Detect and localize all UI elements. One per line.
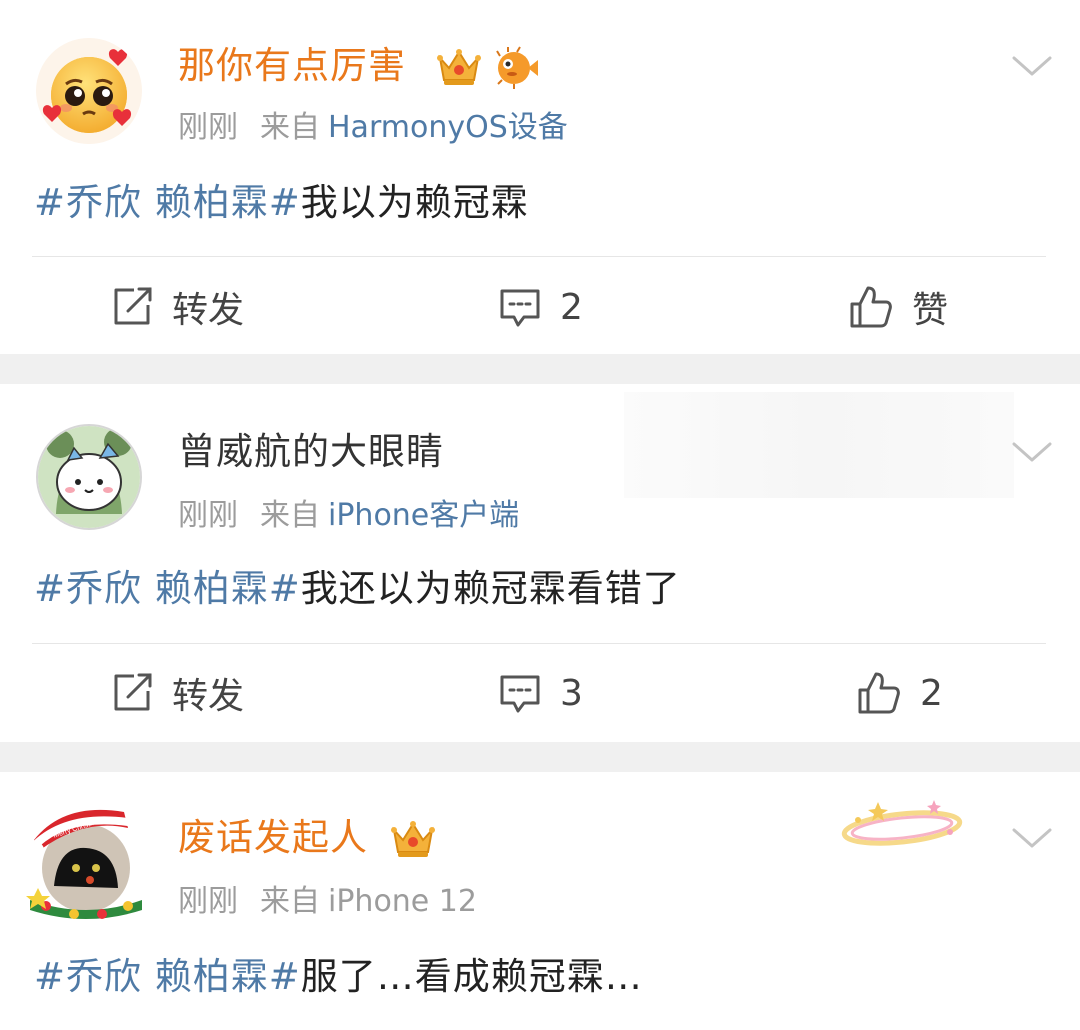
like-label: 赞 bbox=[912, 290, 949, 331]
sparkle-decoration-icon bbox=[841, 800, 963, 846]
source-link[interactable]: iPhone客户端 bbox=[328, 498, 519, 533]
post-content: 我以为赖冠霖 bbox=[300, 181, 529, 224]
chevron-down-icon[interactable] bbox=[1012, 824, 1052, 852]
repost-button[interactable]: 转发 bbox=[110, 668, 244, 718]
post-card: 曾威航的大眼睛 刚刚 来自 iPhone客户端 #乔欣 赖柏霖#我还以为赖冠霖看错了… bbox=[0, 384, 1080, 742]
post-card: 那你有点厉害 刚刚 来自 HarmonyOS设备 #乔欣 赖柏霖#我以为赖冠霖 … bbox=[0, 0, 1080, 354]
post-time: 刚刚 bbox=[178, 110, 238, 145]
author-name[interactable]: 废话发起人 bbox=[178, 816, 368, 860]
like-count: 2 bbox=[920, 672, 943, 714]
crown-icon[interactable] bbox=[388, 814, 438, 864]
divider bbox=[32, 643, 1046, 644]
comment-icon bbox=[500, 289, 540, 327]
like-button[interactable]: 赞 bbox=[848, 282, 948, 332]
post-separator bbox=[0, 742, 1080, 772]
post-time: 刚刚 bbox=[178, 884, 238, 919]
like-button[interactable]: 2 bbox=[856, 668, 943, 718]
crown-icon[interactable] bbox=[434, 42, 484, 92]
pufferfish-icon[interactable] bbox=[490, 42, 540, 92]
comment-count: 3 bbox=[560, 672, 583, 714]
post-text: #乔欣 赖柏霖#我还以为赖冠霖看错了 bbox=[34, 566, 681, 612]
comment-button[interactable]: 2 bbox=[498, 282, 583, 332]
hashtag-link[interactable]: #乔欣 赖柏霖# bbox=[34, 181, 301, 224]
post-time: 刚刚 bbox=[178, 498, 238, 533]
author-name[interactable]: 曾威航的大眼睛 bbox=[178, 430, 444, 474]
post-meta: 刚刚 来自 iPhone 12 bbox=[178, 884, 499, 920]
weibo-comment-feed: 那你有点厉害 刚刚 来自 HarmonyOS设备 #乔欣 赖柏霖#我以为赖冠霖 … bbox=[0, 0, 1080, 1030]
comment-count: 2 bbox=[560, 286, 583, 328]
source-label: iPhone 12 bbox=[328, 884, 477, 919]
repost-label: 转发 bbox=[172, 676, 245, 717]
source-prefix: 来自 bbox=[260, 110, 320, 145]
source-prefix: 来自 bbox=[260, 498, 320, 533]
comment-button[interactable]: 3 bbox=[498, 668, 583, 718]
hashtag-link[interactable]: #乔欣 赖柏霖# bbox=[34, 955, 301, 998]
share-icon bbox=[114, 673, 152, 711]
post-text: #乔欣 赖柏霖#服了…看成赖冠霖… bbox=[34, 954, 643, 1000]
avatar[interactable] bbox=[36, 424, 142, 530]
repost-label: 转发 bbox=[172, 290, 245, 331]
thumbs-up-icon bbox=[858, 672, 900, 714]
post-content: 服了…看成赖冠霖… bbox=[300, 955, 643, 998]
source-link[interactable]: HarmonyOS设备 bbox=[328, 110, 568, 145]
post-content: 我还以为赖冠霖看错了 bbox=[300, 567, 681, 610]
post-text: #乔欣 赖柏霖#我以为赖冠霖 bbox=[34, 180, 529, 226]
post-meta: 刚刚 来自 HarmonyOS设备 bbox=[178, 110, 590, 146]
divider bbox=[32, 256, 1046, 257]
author-name[interactable]: 那你有点厉害 bbox=[178, 44, 406, 88]
share-icon bbox=[114, 287, 152, 325]
post-card: Merry Christmas 废话发起人 刚刚 来自 iPhone 12 #乔… bbox=[0, 772, 1080, 1030]
highlight-shade bbox=[624, 392, 1014, 498]
comment-icon bbox=[500, 675, 540, 713]
avatar[interactable]: Merry Christmas bbox=[24, 796, 148, 920]
chevron-down-icon[interactable] bbox=[1012, 52, 1052, 80]
repost-button[interactable]: 转发 bbox=[110, 282, 244, 332]
post-meta: 刚刚 来自 iPhone客户端 bbox=[178, 498, 541, 534]
hashtag-link[interactable]: #乔欣 赖柏霖# bbox=[34, 567, 301, 610]
avatar[interactable] bbox=[36, 38, 142, 144]
source-prefix: 来自 bbox=[260, 884, 320, 919]
thumbs-up-icon bbox=[850, 286, 892, 328]
post-separator bbox=[0, 354, 1080, 384]
chevron-down-icon[interactable] bbox=[1012, 438, 1052, 466]
